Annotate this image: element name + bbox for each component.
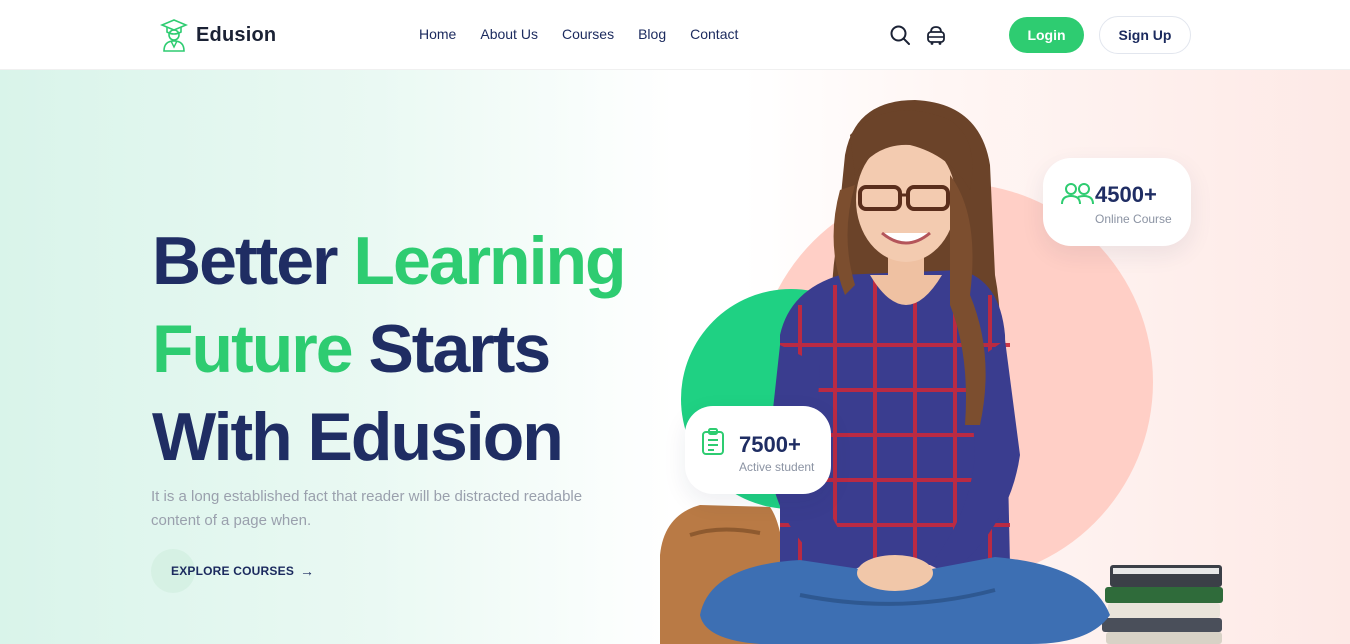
clipboard-icon — [702, 428, 724, 455]
title-line-with-edusion: With Edusion — [152, 399, 564, 475]
active-student-card: 7500+ Active student — [685, 406, 831, 494]
online-course-card: 4500+ Online Course — [1043, 158, 1191, 246]
signup-button[interactable]: Sign Up — [1099, 16, 1191, 54]
users-icon — [1061, 183, 1094, 205]
cart-icon[interactable] — [925, 24, 947, 46]
title-word-better: Better — [152, 223, 338, 299]
cta-label: EXPLORE COURSES — [171, 564, 295, 578]
online-course-count: 4500+ — [1095, 182, 1157, 207]
nav-blog[interactable]: Blog — [638, 26, 666, 42]
search-icon[interactable] — [889, 24, 911, 46]
nav-about-us[interactable]: About Us — [480, 26, 538, 42]
brand-name: Edusion — [196, 23, 277, 46]
graduate-icon — [160, 19, 188, 52]
online-course-label: Online Course — [1095, 212, 1172, 226]
login-button[interactable]: Login — [1009, 17, 1084, 53]
active-student-count: 7500+ — [739, 432, 801, 457]
nav-home[interactable]: Home — [419, 26, 456, 42]
hero-section: Better Learning Future Starts With Edusi… — [0, 70, 1350, 644]
title-word-learning: Learning — [353, 223, 626, 299]
hero-title: Better Learning Future Starts With Edusi… — [152, 217, 627, 481]
explore-courses-button[interactable]: EXPLORE COURSES → — [151, 549, 314, 593]
brand-logo[interactable]: Edusion — [160, 18, 276, 52]
arrow-right-icon: → — [300, 563, 315, 579]
main-nav: Home About Us Courses Blog Contact — [419, 26, 738, 42]
nav-courses[interactable]: Courses — [562, 26, 614, 42]
active-student-label: Active student — [739, 460, 815, 474]
nav-contact[interactable]: Contact — [690, 26, 738, 42]
hero-subtitle: It is a long established fact that reade… — [151, 488, 583, 529]
title-word-starts: Starts — [368, 311, 551, 387]
site-header: Edusion Home About Us Courses Blog Conta… — [0, 0, 1350, 70]
title-word-future: Future — [152, 311, 354, 387]
